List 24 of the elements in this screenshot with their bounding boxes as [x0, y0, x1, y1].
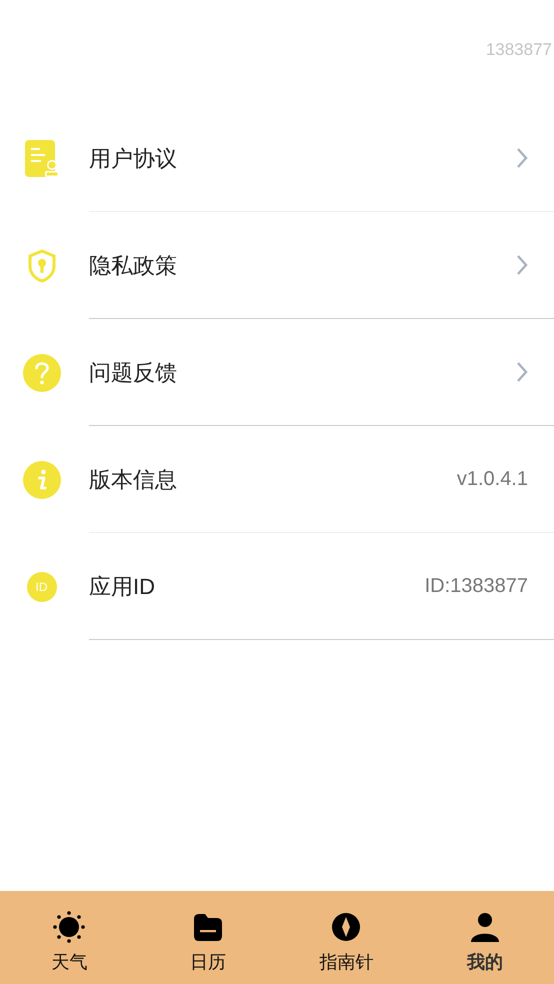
- shield-icon: [26, 248, 56, 282]
- tab[interactable]: 我的: [416, 891, 554, 984]
- tab[interactable]: 日历: [138, 891, 277, 984]
- id-icon: ID: [26, 572, 56, 602]
- compass-icon: [331, 912, 362, 942]
- menu-item-label[interactable]: 问题反馈: [89, 356, 516, 388]
- sun-icon: [53, 911, 86, 943]
- info-icon: [22, 460, 60, 498]
- tab[interactable]: 天气: [0, 891, 138, 984]
- person-icon: [470, 912, 499, 942]
- chevron-right-icon[interactable]: [516, 361, 528, 383]
- chevron-right-icon[interactable]: [516, 254, 528, 276]
- menu-item-value: ID:1383877: [424, 574, 528, 599]
- menu-item-label[interactable]: 应用ID: [89, 570, 425, 602]
- user-number: 1383877: [486, 39, 552, 61]
- document-icon: [24, 140, 58, 178]
- menu-item-label[interactable]: 版本信息: [89, 462, 457, 496]
- chevron-right-icon[interactable]: [516, 147, 528, 169]
- tab[interactable]: 指南针: [277, 891, 416, 984]
- menu-item-value: v1.0.4.1: [456, 467, 528, 492]
- folder-icon: [194, 913, 222, 941]
- menu-item-label[interactable]: 用户协议: [89, 142, 516, 174]
- menu-item-label[interactable]: 隐私政策: [89, 248, 516, 282]
- question-icon: [22, 354, 60, 392]
